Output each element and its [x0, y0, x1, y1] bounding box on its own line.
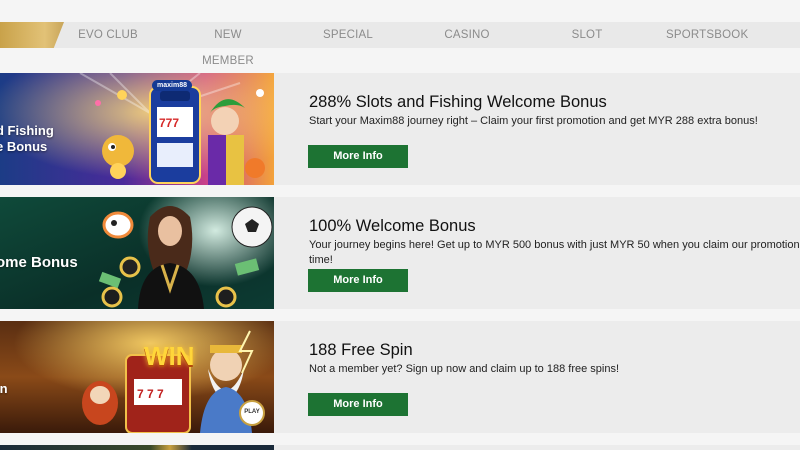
- banner-title-line-1: in: [0, 381, 8, 396]
- play-badge: PLAY: [244, 409, 260, 415]
- svg-text:7 7 7: 7 7 7: [137, 387, 164, 401]
- banner-title-line-1: d Fishing: [0, 123, 54, 138]
- more-info-button[interactable]: More Info: [308, 269, 408, 292]
- more-info-button[interactable]: More Info: [308, 393, 408, 416]
- promo-description: Start your Maxim88 journey right – Claim…: [309, 115, 758, 127]
- nav-active-tab[interactable]: [0, 22, 64, 48]
- promo-title: 288% Slots and Fishing Welcome Bonus: [309, 93, 607, 111]
- promo-title: 100% Welcome Bonus: [309, 217, 476, 235]
- nav-item-casino[interactable]: CASINO: [437, 22, 497, 48]
- more-info-button[interactable]: More Info: [308, 145, 408, 168]
- nav-item-new-member[interactable]: NEW MEMBER: [188, 22, 268, 67]
- nav-item-sportsbook[interactable]: SPORTSBOOK: [666, 22, 748, 48]
- promo-description: Your journey begins here! Get up to MYR …: [309, 239, 800, 266]
- promo-banner-slots-fishing[interactable]: 777 d Fishing e Bonus maxim88: [0, 73, 274, 185]
- maxim88-logo: maxim88: [152, 80, 192, 91]
- promo-banner-welcome[interactable]: ome Bonus: [0, 197, 274, 309]
- free-spin-banner-art: 7 7 7: [0, 321, 274, 433]
- promo-banner-free-spin[interactable]: 7 7 7 WIN PLAY in: [0, 321, 274, 433]
- promo-card: 777 d Fishing e Bonus maxim88 288% Slots…: [0, 73, 800, 185]
- win-logo: WIN: [144, 341, 195, 371]
- svg-text:777: 777: [159, 116, 179, 130]
- promo-card: 7 7 7 WIN PLAY in 188 Free Spin Not a me…: [0, 321, 800, 433]
- nav-item-evo-club[interactable]: EVO CLUB: [78, 22, 138, 48]
- promo-title: 188 Free Spin: [309, 341, 413, 359]
- promo-description: Not a member yet? Sign up now and claim …: [309, 363, 620, 375]
- promo-banner-partial[interactable]: [0, 445, 274, 450]
- promo-card: ome Bonus 100% Welcome Bonus Your journe…: [0, 197, 800, 309]
- banner-title-line-2: e Bonus: [0, 139, 48, 154]
- promo-card-partial: [0, 445, 800, 450]
- banner-title-line-1: ome Bonus: [0, 254, 78, 271]
- nav-item-special[interactable]: SPECIAL: [318, 22, 378, 48]
- welcome-bonus-banner-art: [0, 197, 274, 309]
- nav-item-slot[interactable]: SLOT: [562, 22, 612, 48]
